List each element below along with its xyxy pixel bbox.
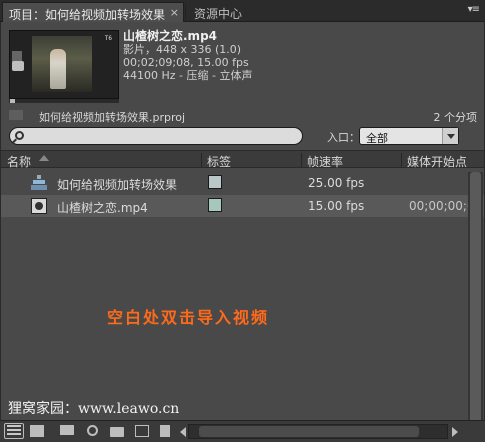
- tab-media-browser[interactable]: 资源中心: [188, 2, 258, 22]
- item-count: 2 个分项: [433, 111, 478, 124]
- clip-duration-fps: 00;02;09;08, 15.00 fps: [123, 56, 249, 69]
- sequence-icon: [31, 175, 47, 190]
- sort-ascending-icon[interactable]: [39, 155, 49, 161]
- tab-media-browser-label: 资源中心: [194, 7, 243, 21]
- tab-divider: [185, 4, 186, 20]
- item-framerate: 15.00 fps: [308, 199, 365, 213]
- in-select-value: 全部: [366, 132, 388, 145]
- poster-frame-icon[interactable]: [12, 61, 24, 71]
- search-input[interactable]: [28, 129, 298, 143]
- tab-project-label: 项目：如何给视频加转场效果: [9, 8, 166, 22]
- search-field[interactable]: [9, 127, 303, 145]
- list-item-sequence[interactable]: 如何给视频加转场效果 25.00 fps: [1, 172, 484, 194]
- clip-metadata: 山楂树之恋.mp4 影片，448 x 336 (1.0) 00;02;09;08…: [123, 29, 253, 83]
- new-item-icon[interactable]: [135, 425, 149, 437]
- project-panel[interactable]: T6 山楂树之恋.mp4 影片，448 x 336 (1.0) 00;02;09…: [0, 22, 485, 442]
- column-header-framerate[interactable]: 帧速率: [307, 153, 343, 170]
- clip-preview-thumbnail[interactable]: T6: [9, 30, 119, 99]
- find-icon[interactable]: [87, 425, 98, 436]
- list-view-icon[interactable]: [4, 423, 24, 439]
- new-bin-icon[interactable]: [110, 427, 124, 437]
- preview-figure: [50, 49, 66, 89]
- item-framerate: 25.00 fps: [308, 176, 365, 190]
- project-file-name: 如何给视频加转场效果.prproj: [39, 111, 186, 124]
- column-divider[interactable]: [201, 153, 202, 167]
- panel-menu-icon[interactable]: ▾≡: [468, 4, 480, 15]
- close-icon[interactable]: ×: [170, 6, 179, 19]
- automate-to-sequence-icon[interactable]: [60, 425, 74, 435]
- column-header-label[interactable]: 标签: [207, 153, 231, 170]
- preview-logo: T6: [104, 35, 112, 42]
- list-item-clip[interactable]: 山楂树之恋.mp4 15.00 fps 00;00;00;0: [1, 195, 484, 217]
- clip-audio-info: 44100 Hz - 压缩 - 立体声: [123, 69, 253, 82]
- chevron-down-icon[interactable]: [442, 128, 458, 144]
- clip-name: 山楂树之恋.mp4: [123, 29, 218, 43]
- search-icon: [15, 131, 24, 140]
- label-swatch[interactable]: [208, 175, 222, 189]
- scrub-handle[interactable]: [10, 99, 15, 103]
- scroll-thumb[interactable]: [199, 426, 419, 437]
- item-name: 如何给视频加转场效果: [57, 178, 178, 192]
- scroll-thumb[interactable]: [470, 172, 481, 440]
- clear-icon[interactable]: [160, 425, 170, 437]
- search-row: 入口： 全部: [9, 127, 479, 145]
- label-swatch[interactable]: [208, 198, 222, 212]
- project-file-row: 如何给视频加转场效果.prproj 2 个分项: [9, 108, 479, 124]
- in-select[interactable]: 全部: [359, 127, 459, 145]
- tab-project[interactable]: 项目：如何给视频加转场效果 ×: [2, 2, 184, 22]
- import-hint-overlay: 空白处双击导入视频: [107, 308, 270, 327]
- column-divider[interactable]: [301, 153, 302, 167]
- scroll-right-icon[interactable]: [452, 427, 458, 437]
- in-label: 入口：: [327, 131, 360, 144]
- panel-toolbar: [0, 420, 485, 442]
- panel-tab-bar: 项目：如何给视频加转场效果 × 资源中心 ▾≡: [0, 0, 485, 22]
- preview-scrub-bar[interactable]: [9, 99, 119, 103]
- folder-icon: [9, 110, 23, 120]
- clip-type-size: 影片，448 x 336 (1.0): [123, 43, 242, 56]
- video-clip-icon: [31, 198, 47, 214]
- item-media-start: 00;00;00;0: [409, 199, 475, 213]
- item-name: 山楂树之恋.mp4: [57, 201, 148, 215]
- scroll-left-icon[interactable]: [180, 427, 186, 437]
- horizontal-scrollbar[interactable]: [188, 424, 448, 439]
- column-divider[interactable]: [401, 153, 402, 167]
- icon-view-icon[interactable]: [30, 425, 44, 437]
- list-header: 名称 标签 帧速率 媒体开始点: [1, 150, 484, 170]
- site-credit: 狸窝家园：www.leawo.cn: [8, 401, 180, 417]
- column-header-name[interactable]: 名称: [7, 153, 31, 170]
- column-header-media-start[interactable]: 媒体开始点: [407, 153, 467, 170]
- vertical-scrollbar[interactable]: [468, 172, 483, 442]
